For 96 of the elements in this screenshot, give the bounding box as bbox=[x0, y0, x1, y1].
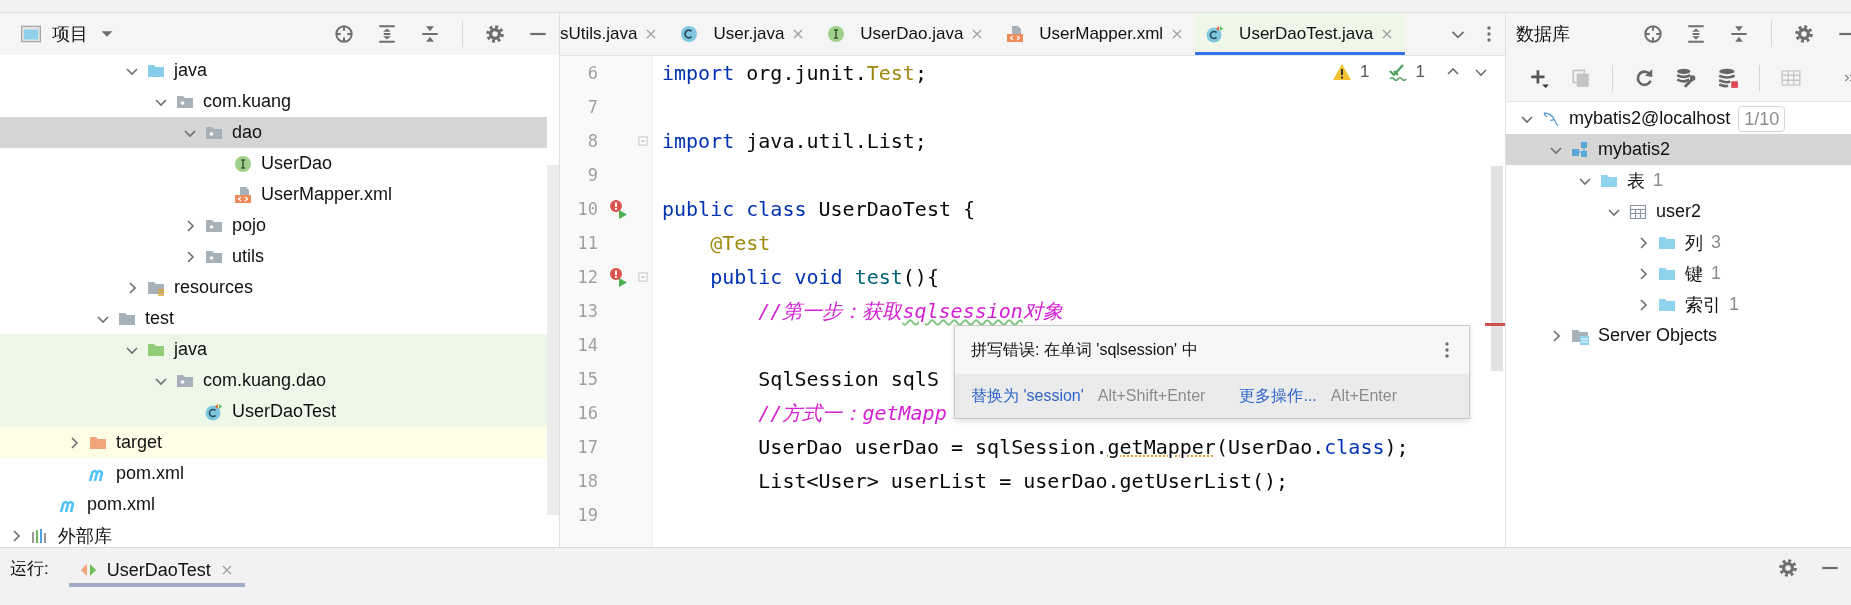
test-class-icon bbox=[204, 401, 224, 422]
code-line: import org.junit.Test; bbox=[662, 60, 927, 87]
action-link[interactable]: 更多操作... bbox=[1239, 385, 1317, 407]
crosshair-icon[interactable] bbox=[1642, 23, 1664, 45]
tree-item[interactable]: user2 bbox=[1506, 196, 1851, 227]
warning-icon[interactable] bbox=[1332, 62, 1353, 82]
collapse-all-icon[interactable] bbox=[419, 23, 441, 45]
inspection-count: 1 bbox=[1415, 62, 1425, 82]
expand-all-icon[interactable] bbox=[376, 23, 398, 45]
tree-item[interactable]: 列 3 bbox=[1506, 227, 1851, 258]
editor-tab[interactable]: UserDao.java bbox=[816, 13, 996, 55]
code-line: public class UserDaoTest { bbox=[662, 196, 976, 223]
line-number: 6 bbox=[586, 63, 598, 83]
editor-tab[interactable]: sUtils.java bbox=[560, 13, 670, 55]
tree-item[interactable]: pom.xml bbox=[0, 458, 547, 489]
line-number: 14 bbox=[576, 335, 598, 355]
scrollbar[interactable] bbox=[1491, 166, 1503, 371]
code-line: UserDao userDao = sqlSession.getMapper(UserDao.class); bbox=[757, 434, 1409, 461]
panel-title: 运行: bbox=[10, 557, 49, 580]
tree-item[interactable]: 表 1 bbox=[1506, 165, 1851, 196]
line-number: 12 bbox=[576, 267, 598, 287]
xml-file-icon bbox=[1005, 24, 1026, 44]
tree-item[interactable]: mybatis2@localhost 1/10 bbox=[1506, 103, 1851, 134]
collapse-all-icon[interactable] bbox=[1728, 23, 1750, 45]
interface-icon bbox=[826, 24, 847, 44]
editor-tab[interactable]: UserDaoTest.java bbox=[1195, 13, 1406, 55]
code-line: List<User> userList = userDao.getUserList(); bbox=[757, 468, 1289, 495]
settings-icon[interactable] bbox=[484, 23, 506, 45]
tree-item[interactable]: java bbox=[0, 334, 547, 365]
tree-item[interactable]: 外部库 bbox=[0, 520, 547, 547]
line-number: 18 bbox=[576, 471, 598, 491]
line-number: 11 bbox=[576, 233, 598, 253]
panel-icon bbox=[20, 23, 42, 45]
run-tab[interactable]: UserDaoTest bbox=[68, 555, 245, 587]
inspection-count: 1 bbox=[1360, 62, 1370, 82]
line-number: 19 bbox=[576, 505, 598, 525]
panel-title: 数据库 bbox=[1516, 23, 1570, 46]
tree-item[interactable]: com.kuang bbox=[0, 86, 547, 117]
tree-item[interactable]: pom.xml bbox=[0, 489, 547, 520]
tree-item[interactable]: test bbox=[0, 303, 547, 334]
line-number: 17 bbox=[576, 437, 598, 457]
tree-item[interactable]: UserMapper.xml bbox=[0, 179, 547, 210]
popup-message: 拼写错误: 在单词 'sqlsession' 中 bbox=[971, 339, 1198, 360]
xml-file-icon bbox=[233, 184, 253, 205]
shortcut-hint: Alt+Enter bbox=[1330, 387, 1398, 405]
tree-item[interactable]: UserDaoTest bbox=[0, 396, 547, 427]
count-label: 3 bbox=[1711, 232, 1721, 253]
line-number: 15 bbox=[576, 369, 598, 389]
panel-title: 项目 bbox=[52, 23, 88, 46]
tree-item[interactable]: 索引 1 bbox=[1506, 289, 1851, 320]
expand-all-icon[interactable] bbox=[1685, 23, 1707, 45]
code-line: @Test bbox=[709, 230, 771, 257]
crosshair-icon[interactable] bbox=[333, 23, 355, 45]
add-icon[interactable] bbox=[1528, 67, 1550, 89]
check-icon[interactable] bbox=[1387, 62, 1408, 82]
line-number: 10 bbox=[576, 199, 598, 219]
tree-item[interactable]: resources bbox=[0, 272, 547, 303]
scrollbar[interactable] bbox=[547, 165, 559, 515]
editor-tab[interactable]: User.java bbox=[669, 13, 817, 55]
tree-item[interactable]: Server Objects bbox=[1506, 320, 1851, 351]
test-class-icon bbox=[1205, 24, 1226, 44]
code-line: import java.util.List; bbox=[662, 128, 927, 155]
count-label: 1 bbox=[1653, 170, 1663, 191]
line-number: 13 bbox=[576, 301, 598, 321]
code-line: public void test(){ bbox=[709, 264, 939, 291]
tree-item[interactable]: pojo bbox=[0, 210, 547, 241]
schema-icon bbox=[1570, 139, 1590, 160]
session-badge: 1/10 bbox=[1738, 105, 1786, 132]
class-icon bbox=[679, 24, 700, 44]
tree-item[interactable]: UserDao bbox=[0, 148, 547, 179]
run-error-icon[interactable] bbox=[608, 199, 628, 219]
tree-item[interactable]: 键 1 bbox=[1506, 258, 1851, 289]
line-number: 9 bbox=[586, 165, 598, 185]
line-number: 7 bbox=[586, 97, 598, 117]
run-error-icon[interactable] bbox=[608, 267, 628, 287]
database-wrench-icon[interactable] bbox=[1675, 67, 1697, 89]
tree-item[interactable]: utils bbox=[0, 241, 547, 272]
tree-item[interactable]: target bbox=[0, 427, 547, 458]
database-icon[interactable] bbox=[1717, 67, 1739, 89]
shortcut-hint: Alt+Shift+Enter bbox=[1097, 387, 1206, 405]
action-link[interactable]: 替换为 'session' bbox=[971, 385, 1084, 407]
tree-item[interactable]: java bbox=[0, 55, 547, 86]
count-label: 1 bbox=[1729, 294, 1739, 315]
settings-icon[interactable] bbox=[1777, 557, 1799, 579]
code-line: //方式一：getMapp bbox=[757, 400, 947, 427]
line-number: 8 bbox=[586, 131, 598, 151]
code-line: SqlSession sqlS bbox=[757, 366, 939, 393]
code-line: //第一步：获取sqlsession对象 bbox=[757, 298, 1063, 325]
tree-item[interactable]: dao bbox=[0, 117, 547, 148]
count-label: 1 bbox=[1711, 263, 1721, 284]
tree-item[interactable]: mybatis2 bbox=[1506, 134, 1851, 165]
settings-icon[interactable] bbox=[1793, 23, 1815, 45]
tree-item[interactable]: com.kuang.dao bbox=[0, 365, 547, 396]
line-number: 16 bbox=[576, 403, 598, 423]
editor-tab[interactable]: UserMapper.xml bbox=[995, 13, 1196, 55]
interface-icon bbox=[233, 153, 253, 174]
